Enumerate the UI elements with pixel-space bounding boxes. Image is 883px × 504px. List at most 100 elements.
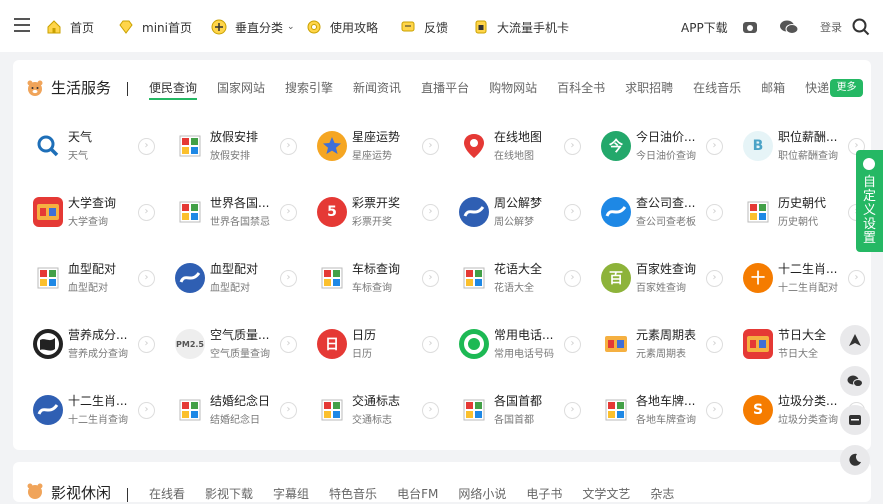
service-tile[interactable]: 结婚纪念日 结婚纪念日 › <box>172 386 302 434</box>
nav-guide-label: 使用攻略 <box>330 20 379 35</box>
tab-live[interactable]: 直播平台 <box>421 78 469 98</box>
app-download-link[interactable]: APP下载 <box>681 17 728 37</box>
service-tile[interactable]: 十二生肖... 十二生肖查询 › <box>30 386 160 434</box>
service-tile[interactable]: 今今日油价... 今日油价查询 › <box>598 122 728 170</box>
nav-feedback[interactable]: 反馈 <box>400 17 448 37</box>
service-tile[interactable]: 元素周期表 元素周期表 › <box>598 320 728 368</box>
top-navbar: 首页 mini首页 垂直分类 ⌄ 使用攻略 反馈 大流量手机卡 APP下载 登录 <box>0 0 883 52</box>
service-title: 血型配对 <box>68 262 117 276</box>
service-tile[interactable]: 血型配对 血型配对 › <box>172 254 302 302</box>
service-tile[interactable]: 血型配对 血型配对 › <box>30 254 160 302</box>
service-tile[interactable]: 星座运势 星座运势 › <box>314 122 444 170</box>
tab-convenience[interactable]: 便民查询 <box>149 78 198 100</box>
festival-icon <box>743 329 773 359</box>
service-tile[interactable]: 在线地图 在线地图 › <box>456 122 586 170</box>
tab-novels[interactable]: 网络小说 <box>458 484 506 504</box>
service-tile[interactable]: 营养成分... 营养成分查询 › <box>30 320 160 368</box>
tab-movie-download[interactable]: 影视下载 <box>205 484 253 504</box>
login-link[interactable]: 登录 <box>820 17 842 37</box>
search-icon[interactable] <box>852 17 870 37</box>
tab-news[interactable]: 新闻资讯 <box>353 78 401 98</box>
service-subtitle: 百家姓查询 <box>636 283 686 294</box>
bear-icon <box>27 80 43 96</box>
service-tile[interactable]: 各地车牌... 各地车牌查询 › <box>598 386 728 434</box>
menu-icon[interactable] <box>14 18 30 32</box>
service-logo: 5 <box>317 197 347 227</box>
weibo-icon[interactable] <box>742 17 758 37</box>
service-tile[interactable]: 百百家姓查询 百家姓查询 › <box>598 254 728 302</box>
dark-mode-button[interactable] <box>840 445 870 475</box>
chevron-right-icon: › <box>848 270 865 287</box>
chevron-right-icon: › <box>138 138 155 155</box>
service-tile[interactable]: 天气 天气 › <box>30 122 160 170</box>
service-tile[interactable]: 5 彩票开奖 彩票开奖 › <box>314 188 444 236</box>
section-title: 影视休闲 <box>51 484 112 502</box>
tab-shopping[interactable]: 购物网站 <box>489 78 537 98</box>
service-tile[interactable]: 历史朝代历史朝代› <box>740 188 870 236</box>
tab-national-sites[interactable]: 国家网站 <box>217 78 265 98</box>
service-tile[interactable]: PM2.5 空气质量... 空气质量查询 › <box>172 320 302 368</box>
more-button[interactable]: 更多 <box>830 79 863 97</box>
service-subtitle: 查公司查老板 <box>636 217 696 228</box>
chevron-right-icon: › <box>280 138 297 155</box>
tab-express[interactable]: 快递 <box>805 78 829 98</box>
service-tile[interactable]: 放假安排 放假安排 › <box>172 122 302 170</box>
sim-card-icon <box>473 19 489 35</box>
back-to-top-button[interactable] <box>840 325 870 355</box>
service-subtitle: 世界各国禁忌 <box>210 217 270 228</box>
chevron-right-icon: › <box>280 204 297 221</box>
chevron-right-icon: › <box>706 138 723 155</box>
wechat-icon[interactable] <box>779 17 799 37</box>
tab-music[interactable]: 在线音乐 <box>693 78 741 98</box>
nav-guide[interactable]: 使用攻略 <box>306 17 378 37</box>
app-download-label: APP下载 <box>681 20 728 35</box>
tab-magazines[interactable]: 杂志 <box>650 484 674 504</box>
service-tile[interactable]: B 职位薪酬... 职位薪酬查询 › <box>740 122 870 170</box>
nav-home[interactable]: 首页 <box>46 17 94 37</box>
custom-settings-button[interactable]: 自定义设置 <box>856 150 883 252</box>
service-title: 天气 <box>68 130 93 144</box>
tab-search-engine[interactable]: 搜索引擎 <box>285 78 333 98</box>
chevron-right-icon: › <box>564 336 581 353</box>
service-tile[interactable]: 交通标志 交通标志 › <box>314 386 444 434</box>
nav-category[interactable]: 垂直分类 ⌄ <box>211 17 295 37</box>
tab-ebooks[interactable]: 电子书 <box>526 484 562 504</box>
tab-encyclopedia[interactable]: 百科全书 <box>557 78 605 98</box>
service-tile[interactable]: 十十二生肖... 十二生肖配对 › <box>740 254 870 302</box>
tab-subtitles[interactable]: 字幕组 <box>273 484 309 504</box>
service-tile[interactable]: 周公解梦 周公解梦 › <box>456 188 586 236</box>
nav-simcard[interactable]: 大流量手机卡 <box>473 17 569 37</box>
service-title: 车标查询 <box>352 262 401 276</box>
layout-toggle-button[interactable] <box>840 405 870 435</box>
service-subtitle: 周公解梦 <box>494 217 534 228</box>
tab-literature[interactable]: 文学文艺 <box>582 484 630 504</box>
custom-settings-label: 自定义设置 <box>863 175 877 246</box>
plus-circle-icon <box>211 19 227 35</box>
tab-mail[interactable]: 邮箱 <box>761 78 785 98</box>
service-subtitle: 十二生肖查询 <box>68 415 128 426</box>
tab-watch-online[interactable]: 在线看 <box>149 484 185 504</box>
service-title: 血型配对 <box>210 262 259 276</box>
service-tile[interactable]: 日日历 日历 › <box>314 320 444 368</box>
service-tile[interactable]: 查公司查... 查公司查老板 › <box>598 188 728 236</box>
service-tile[interactable]: 花语大全 花语大全 › <box>456 254 586 302</box>
placeholder-image-icon <box>178 200 202 224</box>
service-subtitle: 各地车牌查询 <box>636 415 696 426</box>
placeholder-image-icon <box>462 398 486 422</box>
tab-featured-music[interactable]: 特色音乐 <box>329 484 377 504</box>
service-tile[interactable]: 车标查询 车标查询 › <box>314 254 444 302</box>
chevron-right-icon: › <box>564 402 581 419</box>
service-tile[interactable]: 大学查询 大学查询 › <box>30 188 160 236</box>
tab-jobs[interactable]: 求职招聘 <box>625 78 673 98</box>
service-logo: 日 <box>317 329 347 359</box>
wechat-float-button[interactable] <box>840 366 870 396</box>
nav-mini[interactable]: mini首页 <box>118 17 192 37</box>
tab-radio[interactable]: 电台FM <box>397 484 438 504</box>
service-subtitle: 历史朝代 <box>778 217 818 228</box>
service-subtitle: 职位薪酬查询 <box>778 151 838 162</box>
nav-feedback-label: 反馈 <box>424 20 449 35</box>
globe-icon <box>33 329 63 359</box>
service-tile[interactable]: 世界各国... 世界各国禁忌 › <box>172 188 302 236</box>
service-tile[interactable]: 各国首都 各国首都 › <box>456 386 586 434</box>
service-tile[interactable]: 常用电话... 常用电话号码 › <box>456 320 586 368</box>
